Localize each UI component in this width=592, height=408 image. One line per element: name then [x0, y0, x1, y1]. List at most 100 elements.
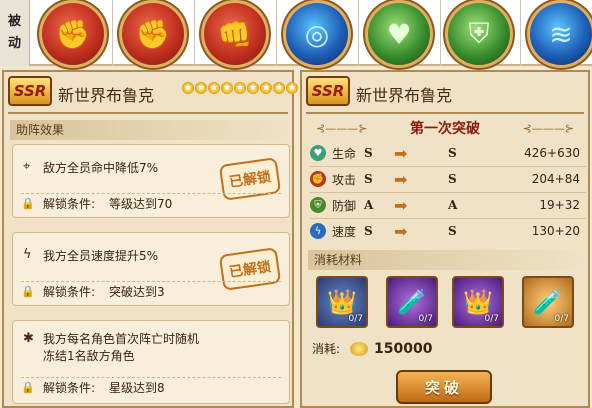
divider — [358, 0, 359, 66]
effect-card: ⌖ 敌方全员命中降低7% 已解锁 🔒 解锁条件: 等级达到70 — [12, 144, 290, 218]
stat-name: 攻击 — [332, 172, 357, 187]
star-icon: ★ — [260, 82, 272, 94]
divider — [440, 0, 441, 66]
section-title: 助阵效果 — [10, 120, 290, 140]
star-icon: ★ — [208, 82, 220, 94]
ornament-right: ⊰———⊱ — [522, 122, 574, 135]
stat-grade-to: A — [448, 198, 458, 212]
material-count: 0/7 — [554, 314, 569, 324]
stat-grade-to: S — [448, 172, 457, 186]
stat-row-speed: ϟ 速度 S ➡ S 130+20 — [310, 220, 586, 242]
breakthrough-panel: SSR 新世界布鲁克 ⊰———⊱ 第一次突破 ⊰———⊱ ♥ 生命 S ➡ S … — [300, 70, 590, 408]
arrow-right-icon: ➡ — [394, 169, 408, 189]
stat-grade-from: S — [364, 146, 373, 160]
shield-icon: ⛨ — [310, 197, 326, 213]
shield-body-icon[interactable]: ⛨ — [448, 3, 510, 65]
row-divider — [310, 192, 586, 193]
condition-label: 解锁条件: — [43, 285, 96, 299]
cost-value: 150000 — [374, 340, 433, 357]
effect-card: ✱ 我方每名角色首次阵亡时随机 冻结1名敌方角色 🔒 解锁条件: 星级达到8 — [12, 320, 290, 404]
star-icon: ★ — [273, 82, 285, 94]
hero-name: 新世界布鲁克 — [58, 86, 155, 105]
gold-coin-icon — [350, 341, 369, 356]
stat-value: 19+32 — [539, 198, 580, 212]
condition-value: 突破达到3 — [109, 285, 165, 299]
row-divider — [310, 218, 586, 219]
stat-value: 204+84 — [531, 172, 580, 186]
arrow-right-icon: ➡ — [394, 221, 408, 241]
breakthrough-button[interactable]: 突破 — [396, 370, 492, 404]
effect-card: ϟ 我方全员速度提升5% 已解锁 🔒 解锁条件: 突破达到3 — [12, 232, 290, 306]
effect-title: ✱ 我方每名角色首次阵亡时随机 冻结1名敌方角色 — [23, 331, 199, 365]
stat-grade-from: S — [364, 172, 373, 186]
unlock-condition: 🔒 解锁条件: 突破达到3 — [21, 281, 281, 301]
condition-value: 等级达到70 — [109, 197, 173, 211]
potion-icon[interactable]: 🧪 0/7 — [522, 276, 574, 328]
material-count: 0/7 — [484, 314, 499, 324]
arrow-right-icon: ➡ — [394, 195, 408, 215]
crown-icon[interactable]: 👑 0/7 — [316, 276, 368, 328]
fist-icon[interactable]: ✊ — [42, 3, 104, 65]
stat-grade-from: S — [364, 224, 373, 238]
header-divider — [8, 112, 288, 114]
star-icon: ★ — [247, 82, 259, 94]
star-rating: ★ ★ ★ ★ ★ ★ ★ ★ ★ — [182, 82, 298, 94]
fist-icon: ✊ — [310, 171, 326, 187]
lock-icon: 🔒 — [21, 381, 35, 394]
star-icon: ★ — [221, 82, 233, 94]
row-divider — [310, 166, 586, 167]
unlock-condition: 🔒 解锁条件: 星级达到8 — [21, 377, 281, 397]
material-count: 0/7 — [348, 314, 363, 324]
stat-row-defense: ⛨ 防御 A ➡ A 19+32 — [310, 194, 586, 216]
wind-icon[interactable]: ≋ — [530, 3, 592, 65]
stat-name: 生命 — [332, 146, 357, 161]
stat-grade-to: S — [448, 146, 457, 160]
punch-icon[interactable]: 👊 — [204, 3, 266, 65]
cost-row: 消耗: 150000 — [312, 340, 433, 357]
divider — [112, 0, 113, 66]
stat-row-hp: ♥ 生命 S ➡ S 426+630 — [310, 142, 586, 164]
divider — [520, 0, 521, 66]
hero-name: 新世界布鲁克 — [356, 86, 453, 105]
divider — [194, 0, 195, 66]
stat-grade-from: A — [364, 198, 374, 212]
stat-name: 速度 — [332, 224, 357, 239]
target-icon[interactable]: ◎ — [286, 3, 348, 65]
rarity-badge: SSR — [306, 76, 350, 106]
lightning-icon: ϟ — [23, 247, 32, 262]
crosshair-icon: ⌖ — [23, 159, 31, 174]
heart-icon: ♥ — [310, 145, 326, 161]
condition-label: 解锁条件: — [43, 381, 96, 395]
rarity-badge: SSR — [8, 76, 52, 106]
arrow-right-icon: ➡ — [394, 143, 408, 163]
spider-icon: ✱ — [23, 331, 34, 346]
star-icon: ★ — [234, 82, 246, 94]
stat-row-attack: ✊ 攻击 S ➡ S 204+84 — [310, 168, 586, 190]
material-count: 0/7 — [418, 314, 433, 324]
header-divider — [306, 112, 584, 114]
condition-value: 星级达到8 — [109, 381, 165, 395]
condition-label: 解锁条件: — [43, 197, 96, 211]
potion-icon[interactable]: 🧪 0/7 — [386, 276, 438, 328]
skill-strip: 被 动 ✊ ✊ 👊 ◎ ♥ ⛨ ≋ — [0, 0, 592, 66]
stat-value: 130+20 — [531, 224, 580, 238]
heart-body-icon[interactable]: ♥ — [368, 3, 430, 65]
lock-icon: 🔒 — [21, 197, 35, 210]
materials-title: 消耗材料 — [308, 250, 586, 270]
stat-value: 426+630 — [524, 146, 580, 160]
effect-text-line1: 我方每名角色首次阵亡时随机 — [43, 332, 200, 346]
stat-name: 防御 — [332, 198, 357, 213]
effect-title: ϟ 我方全员速度提升5% — [23, 247, 158, 264]
effect-title: ⌖ 敌方全员命中降低7% — [23, 159, 158, 176]
passive-label-1: 被 — [7, 14, 21, 29]
passive-label-2: 动 — [7, 36, 21, 51]
crown-icon[interactable]: 👑 0/7 — [452, 276, 504, 328]
lock-icon: 🔒 — [21, 285, 35, 298]
effect-text: 敌方全员命中降低7% — [43, 161, 159, 175]
effect-text-line2: 冻结1名敌方角色 — [43, 349, 135, 363]
divider — [276, 0, 277, 66]
star-icon: ★ — [182, 82, 194, 94]
star-icon: ★ — [286, 82, 298, 94]
star-icon: ★ — [195, 82, 207, 94]
fist-icon[interactable]: ✊ — [122, 3, 184, 65]
